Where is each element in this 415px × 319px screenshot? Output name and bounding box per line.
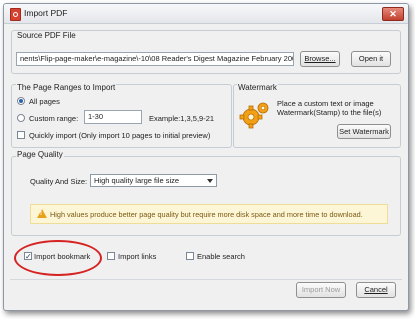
quality-warning-text: High values produce better page quality … bbox=[50, 210, 363, 219]
enable-search-label: Enable search bbox=[197, 252, 245, 261]
watermark-desc-line2: Watermark(Stamp) to the file(s) bbox=[277, 108, 382, 117]
window-title: Import PDF bbox=[24, 8, 68, 18]
footer-separator bbox=[10, 279, 402, 280]
all-pages-radio[interactable] bbox=[17, 97, 25, 105]
import-links-checkbox[interactable] bbox=[107, 252, 115, 260]
cancel-button[interactable]: Cancel bbox=[356, 282, 396, 298]
close-button[interactable]: ✕ bbox=[382, 7, 404, 21]
gear-cogs-icon bbox=[239, 102, 269, 129]
title-bar[interactable]: Import PDF ✕ bbox=[4, 4, 408, 24]
import-bookmark-label: Import bookmark bbox=[34, 252, 91, 261]
chevron-down-icon bbox=[207, 179, 213, 183]
page-ranges-group-title: The Page Ranges to Import bbox=[16, 83, 117, 92]
custom-range-label: Custom range: bbox=[29, 114, 79, 123]
browse-button[interactable]: Browse... bbox=[300, 51, 340, 67]
warning-icon bbox=[37, 209, 47, 218]
cancel-label: Cancel bbox=[364, 285, 388, 294]
custom-range-example: Example:1,3,5,9-21 bbox=[149, 114, 215, 123]
quality-select-value: High quality large file size bbox=[94, 176, 180, 185]
page-quality-group-title: Page Quality bbox=[16, 150, 64, 159]
watermark-group-title: Watermark bbox=[237, 83, 278, 92]
browse-label: Browse... bbox=[304, 54, 336, 63]
app-icon bbox=[10, 8, 21, 21]
quality-warning-box: ! High values produce better page qualit… bbox=[30, 204, 388, 224]
open-it-button[interactable]: Open it bbox=[351, 51, 391, 67]
import-pdf-dialog: Import PDF ✕ Source PDF File nents\Flip-… bbox=[3, 3, 409, 311]
quality-select[interactable]: High quality large file size bbox=[90, 174, 217, 187]
source-group-title: Source PDF File bbox=[16, 31, 77, 40]
custom-range-radio[interactable] bbox=[17, 114, 25, 122]
import-now-label: Import Now bbox=[301, 285, 341, 294]
import-bookmark-checkbox[interactable]: ✓ bbox=[24, 252, 32, 261]
import-now-button[interactable]: Import Now bbox=[296, 282, 346, 298]
open-it-label: Open it bbox=[358, 54, 384, 63]
quality-size-label: Quality And Size: bbox=[30, 177, 88, 186]
all-pages-label: All pages bbox=[29, 97, 60, 106]
enable-search-checkbox[interactable] bbox=[186, 252, 194, 260]
quick-import-label: Quickly import (Only import 10 pages to … bbox=[29, 131, 211, 140]
source-path-field[interactable]: nents\Flip-page-maker\e-magazine\-10\08 … bbox=[16, 52, 294, 66]
set-watermark-label: Set Watermark bbox=[339, 127, 389, 136]
custom-range-input[interactable]: 1-30 bbox=[84, 110, 142, 124]
watermark-desc-line1: Place a custom text or image bbox=[277, 99, 374, 108]
quick-import-checkbox[interactable] bbox=[17, 131, 25, 139]
import-links-label: Import links bbox=[118, 252, 157, 261]
set-watermark-button[interactable]: Set Watermark bbox=[337, 124, 391, 139]
page-quality-group bbox=[11, 156, 401, 236]
